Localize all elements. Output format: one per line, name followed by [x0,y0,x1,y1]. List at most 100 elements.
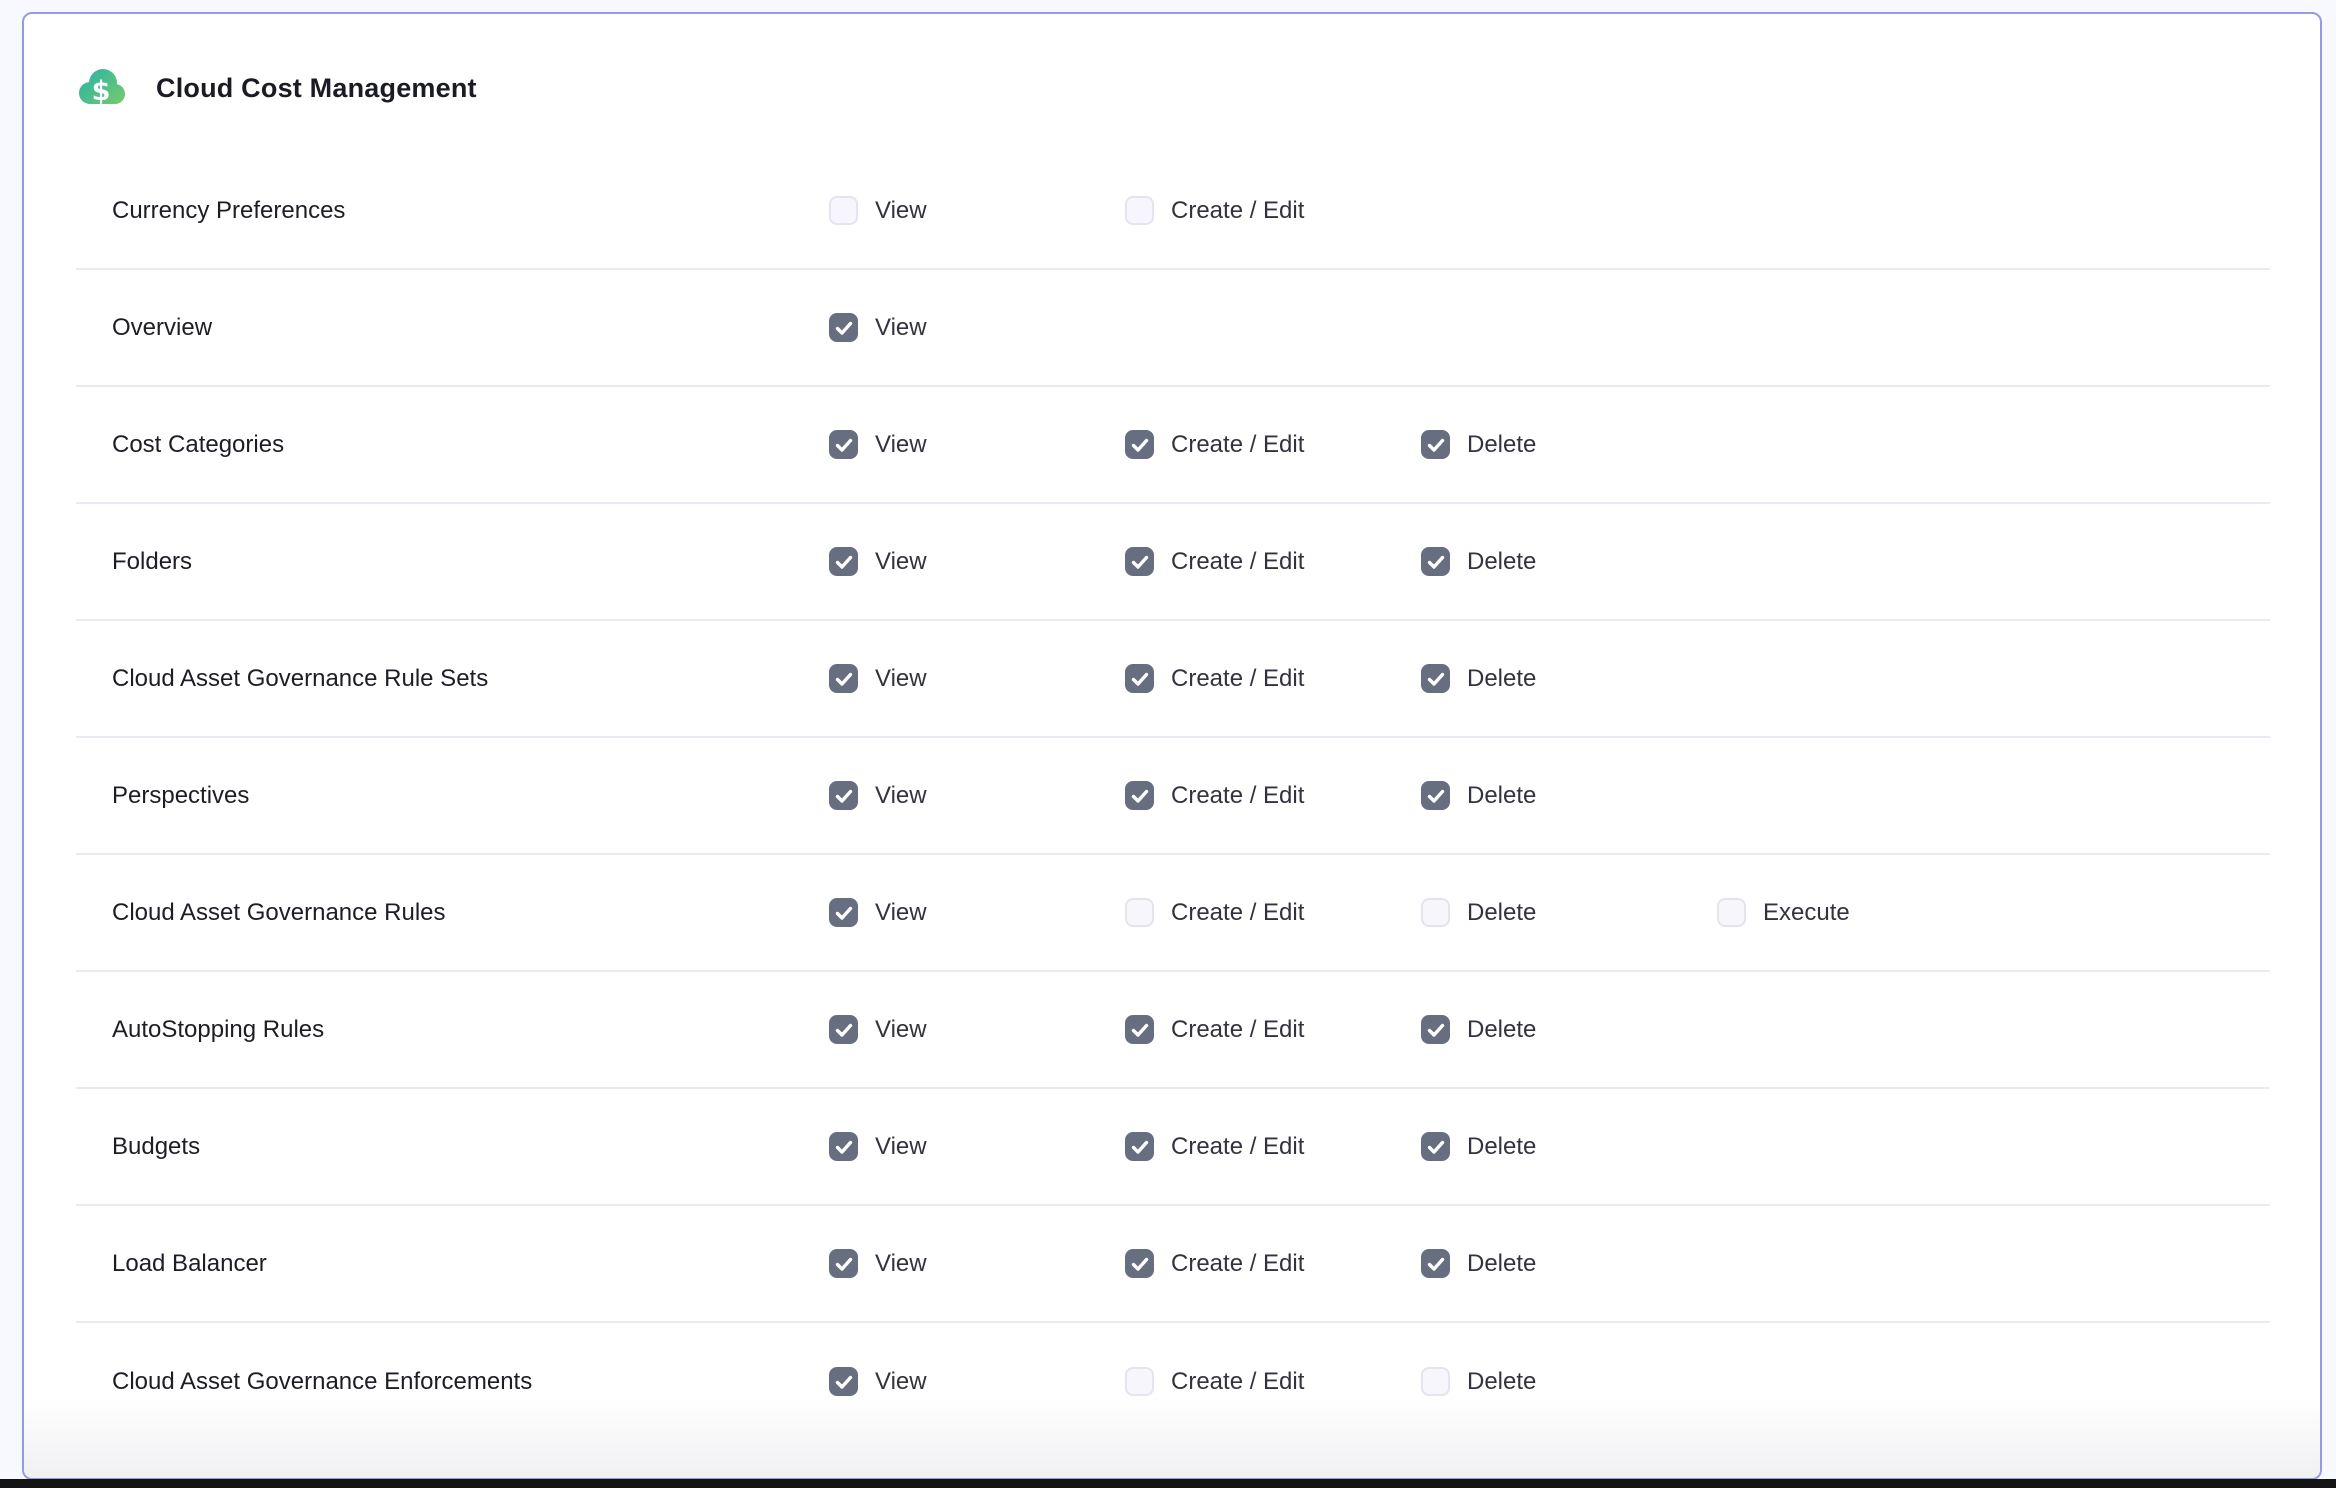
delete-permission: Delete [1421,547,1717,576]
checkmark-icon [1427,555,1445,569]
permission-label: View [875,548,927,576]
delete-checkbox[interactable] [1421,1249,1450,1278]
permission-label: View [875,431,927,459]
view-permission: View [829,781,1125,810]
checkmark-icon [1131,789,1149,803]
permission-label: Delete [1467,1133,1536,1161]
view-checkbox[interactable] [829,898,858,927]
permission-label: View [875,782,927,810]
view-checkbox[interactable] [829,430,858,459]
resource-label: Perspectives [76,782,829,810]
permission-row: Cost Categories View Create / Edit Delete [76,387,2270,504]
permission-label: Execute [1763,899,1850,927]
checkmark-icon [1427,1023,1445,1037]
view-permission: View [829,664,1125,693]
permission-label: View [875,1368,927,1396]
create-edit-permission: Create / Edit [1125,1367,1421,1396]
delete-checkbox[interactable] [1421,547,1450,576]
checkmark-icon [835,1023,853,1037]
create-edit-checkbox[interactable] [1125,898,1154,927]
permission-row: AutoStopping Rules ViewCreate / EditDele… [76,972,2270,1089]
create-edit-permission: Create / Edit [1125,547,1421,576]
view-checkbox[interactable] [829,664,858,693]
view-checkbox[interactable] [829,1367,858,1396]
create-edit-checkbox[interactable] [1125,1015,1154,1044]
view-checkbox[interactable] [829,547,858,576]
module-header: $ Cloud Cost Management [24,14,2320,110]
create-edit-checkbox[interactable] [1125,1367,1154,1396]
checkmark-icon [1427,672,1445,686]
create-edit-permission: Create / Edit [1125,664,1421,693]
resource-label: Cloud Asset Governance Enforcements [76,1368,829,1396]
create-edit-checkbox[interactable] [1125,196,1154,225]
delete-permission: Delete [1421,1367,1717,1396]
execute-permission: Execute [1717,898,2270,927]
create-edit-permission: Create / Edit [1125,1249,1421,1278]
view-permission: View [829,1132,1125,1161]
create-edit-checkbox[interactable] [1125,430,1154,459]
delete-permission: Delete [1421,898,1717,927]
permission-label: Delete [1467,1368,1536,1396]
resource-label: Budgets [76,1133,829,1161]
delete-checkbox[interactable] [1421,1367,1450,1396]
delete-checkbox[interactable] [1421,781,1450,810]
permission-label: Create / Edit [1171,899,1304,927]
view-checkbox[interactable] [829,1015,858,1044]
create-edit-checkbox[interactable] [1125,664,1154,693]
delete-checkbox[interactable] [1421,898,1450,927]
view-permission: View [829,1015,1125,1044]
create-edit-checkbox[interactable] [1125,781,1154,810]
permission-label: Create / Edit [1171,782,1304,810]
page-title: Cloud Cost Management [156,73,477,104]
checkmark-icon [1427,789,1445,803]
delete-permission: Delete [1421,1132,1717,1161]
create-edit-checkbox[interactable] [1125,1249,1154,1278]
delete-checkbox[interactable] [1421,664,1450,693]
checkmark-icon [1131,555,1149,569]
delete-checkbox[interactable] [1421,1132,1450,1161]
create-edit-permission: Create / Edit [1125,898,1421,927]
permission-row: Cloud Asset Governance Rule Sets ViewCre… [76,621,2270,738]
view-permission: View [829,1249,1125,1278]
checkmark-icon [1131,672,1149,686]
permission-label: Delete [1467,548,1536,576]
permissions-card: $ Cloud Cost Management Currency Prefere… [22,12,2322,1480]
checkmark-icon [835,1375,853,1389]
delete-permission: Delete [1421,1249,1717,1278]
permission-row: Cloud Asset Governance Enforcements View… [76,1323,2270,1440]
permission-label: Delete [1467,899,1536,927]
view-checkbox[interactable] [829,781,858,810]
create-edit-permission: Create / Edit [1125,1132,1421,1161]
delete-checkbox[interactable] [1421,430,1450,459]
permission-row: Overview View [76,270,2270,387]
permission-row: Folders ViewCreate / EditDelete [76,504,2270,621]
view-checkbox[interactable] [829,1132,858,1161]
create-edit-permission: Create / Edit [1125,430,1421,459]
permission-label: View [875,899,927,927]
view-checkbox[interactable] [829,1249,858,1278]
permission-label: Create / Edit [1171,431,1304,459]
svg-text:$: $ [92,76,111,107]
delete-permission: Delete [1421,430,1717,459]
permission-label: Create / Edit [1171,1133,1304,1161]
execute-checkbox[interactable] [1717,898,1746,927]
checkmark-icon [1427,1257,1445,1271]
delete-permission: Delete [1421,781,1717,810]
resource-label: Overview [76,314,829,342]
create-edit-permission: Create / Edit [1125,781,1421,810]
permission-row: Load Balancer ViewCreate / EditDelete [76,1206,2270,1323]
permission-row: Budgets View Create / Edit Delete [76,1089,2270,1206]
checkmark-icon [1131,1257,1149,1271]
window-bottom-edge [0,1479,2336,1488]
view-checkbox[interactable] [829,313,858,342]
resource-label: Cost Categories [76,431,829,459]
checkmark-icon [835,321,853,335]
permission-label: View [875,1016,927,1044]
create-edit-checkbox[interactable] [1125,1132,1154,1161]
delete-checkbox[interactable] [1421,1015,1450,1044]
view-checkbox[interactable] [829,196,858,225]
permission-label: Delete [1467,782,1536,810]
checkmark-icon [835,1140,853,1154]
create-edit-checkbox[interactable] [1125,547,1154,576]
view-permission: View [829,1367,1125,1396]
